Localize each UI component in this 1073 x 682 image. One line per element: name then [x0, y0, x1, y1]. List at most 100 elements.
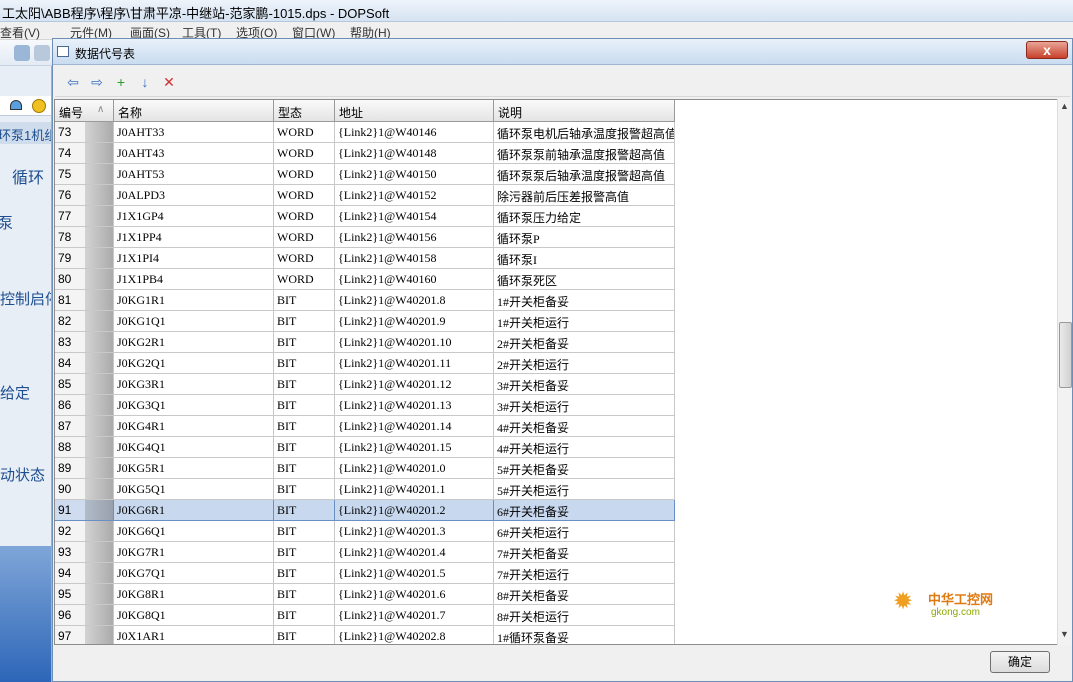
cell-address[interactable]: {Link2}1@W40201.14 [335, 416, 494, 437]
delete-icon[interactable]: ✕ [159, 72, 179, 92]
cell-address[interactable]: {Link2}1@W40201.8 [335, 290, 494, 311]
cell-description[interactable]: 3#开关柜运行 [494, 395, 675, 416]
cell-id[interactable]: 75 [55, 164, 114, 185]
cell-type[interactable]: BIT [274, 542, 335, 563]
cell-description[interactable]: 除污器前后压差报警高值 [494, 185, 675, 206]
cell-description[interactable]: 2#开关柜运行 [494, 353, 675, 374]
cell-name[interactable]: J0KG1R1 [114, 290, 274, 311]
table-row[interactable]: 85 J0KG3R1 BIT {Link2}1@W40201.12 3#开关柜备妥 [55, 374, 675, 395]
cell-type[interactable]: BIT [274, 500, 335, 521]
table-row[interactable]: 81 J0KG1R1 BIT {Link2}1@W40201.8 1#开关柜备妥 [55, 290, 675, 311]
cell-address[interactable]: {Link2}1@W40201.2 [335, 500, 494, 521]
cell-id[interactable]: 86 [55, 395, 114, 416]
cell-name[interactable]: J0AHT53 [114, 164, 274, 185]
cell-name[interactable]: J0KG5Q1 [114, 479, 274, 500]
cell-description[interactable]: 8#开关柜备妥 [494, 584, 675, 605]
cell-address[interactable]: {Link2}1@W40201.13 [335, 395, 494, 416]
cell-name[interactable]: J0KG8Q1 [114, 605, 274, 626]
cell-type[interactable]: BIT [274, 374, 335, 395]
ok-button[interactable]: 确定 [990, 651, 1050, 673]
cell-address[interactable]: {Link2}1@W40202.8 [335, 626, 494, 644]
cell-name[interactable]: J0KG7R1 [114, 542, 274, 563]
cell-description[interactable]: 循环泵压力给定 [494, 206, 675, 227]
cell-description[interactable]: 循环泵I [494, 248, 675, 269]
column-header-type[interactable]: 型态 [274, 100, 335, 122]
add-icon[interactable]: + [111, 72, 131, 92]
column-header-id[interactable]: 编号 ∧ [55, 100, 114, 122]
cell-address[interactable]: {Link2}1@W40158 [335, 248, 494, 269]
cell-address[interactable]: {Link2}1@W40201.6 [335, 584, 494, 605]
cell-name[interactable]: J0KG4R1 [114, 416, 274, 437]
cell-id[interactable]: 79 [55, 248, 114, 269]
cell-description[interactable]: 2#开关柜备妥 [494, 332, 675, 353]
cell-name[interactable]: J0KG8R1 [114, 584, 274, 605]
scrollbar-thumb[interactable] [1059, 322, 1072, 388]
cell-name[interactable]: J0KG1Q1 [114, 311, 274, 332]
cell-id[interactable]: 95 [55, 584, 114, 605]
cell-address[interactable]: {Link2}1@W40201.15 [335, 437, 494, 458]
column-header-description[interactable]: 说明 [494, 100, 675, 122]
cell-address[interactable]: {Link2}1@W40201.7 [335, 605, 494, 626]
cell-description[interactable]: 3#开关柜备妥 [494, 374, 675, 395]
cell-type[interactable]: WORD [274, 122, 335, 143]
cell-address[interactable]: {Link2}1@W40156 [335, 227, 494, 248]
cell-address[interactable]: {Link2}1@W40201.9 [335, 311, 494, 332]
cell-id[interactable]: 88 [55, 437, 114, 458]
cell-type[interactable]: BIT [274, 563, 335, 584]
cell-description[interactable]: 循环泵电机后轴承温度报警超高值 [494, 122, 675, 143]
cell-id[interactable]: 92 [55, 521, 114, 542]
cell-id[interactable]: 96 [55, 605, 114, 626]
cell-name[interactable]: J0KG6Q1 [114, 521, 274, 542]
cell-type[interactable]: BIT [274, 626, 335, 644]
table-row[interactable]: 74 J0AHT43 WORD {Link2}1@W40148 循环泵泵前轴承温度报警超… [55, 143, 675, 164]
undo-icon[interactable] [14, 45, 30, 61]
cell-type[interactable]: BIT [274, 311, 335, 332]
table-row[interactable]: 80 J1X1PB4 WORD {Link2}1@W40160 循环泵死区 [55, 269, 675, 290]
cell-description[interactable]: 循环泵P [494, 227, 675, 248]
cell-description[interactable]: 1#循环泵备妥 [494, 626, 675, 644]
cell-description[interactable]: 6#开关柜备妥 [494, 500, 675, 521]
table-row[interactable]: 76 J0ALPD3 WORD {Link2}1@W40152 除污器前后压差报警高值 [55, 185, 675, 206]
cell-name[interactable]: J0KG2R1 [114, 332, 274, 353]
cell-name[interactable]: J0KG3Q1 [114, 395, 274, 416]
table-row[interactable]: 90 J0KG5Q1 BIT {Link2}1@W40201.1 5#开关柜运行 [55, 479, 675, 500]
table-row[interactable]: 84 J0KG2Q1 BIT {Link2}1@W40201.11 2#开关柜运行 [55, 353, 675, 374]
table-row[interactable]: 77 J1X1GP4 WORD {Link2}1@W40154 循环泵压力给定 [55, 206, 675, 227]
scroll-down-icon[interactable]: ▼ [1060, 629, 1069, 639]
down-icon[interactable]: ↓ [135, 72, 155, 92]
menu-item-view[interactable]: 查看(V) [0, 24, 40, 41]
table-row[interactable]: 78 J1X1PP4 WORD {Link2}1@W40156 循环泵P [55, 227, 675, 248]
cell-address[interactable]: {Link2}1@W40154 [335, 206, 494, 227]
cell-description[interactable]: 循环泵泵后轴承温度报警超高值 [494, 164, 675, 185]
table-row[interactable]: 89 J0KG5R1 BIT {Link2}1@W40201.0 5#开关柜备妥 [55, 458, 675, 479]
cell-address[interactable]: {Link2}1@W40201.0 [335, 458, 494, 479]
cell-description[interactable]: 7#开关柜备妥 [494, 542, 675, 563]
cell-id[interactable]: 94 [55, 563, 114, 584]
circle-icon[interactable] [32, 99, 46, 113]
cell-id[interactable]: 97 [55, 626, 114, 644]
cell-address[interactable]: {Link2}1@W40201.10 [335, 332, 494, 353]
cell-id[interactable]: 83 [55, 332, 114, 353]
cell-name[interactable]: J1X1GP4 [114, 206, 274, 227]
cell-name[interactable]: J0KG7Q1 [114, 563, 274, 584]
table-row[interactable]: 83 J0KG2R1 BIT {Link2}1@W40201.10 2#开关柜备妥 [55, 332, 675, 353]
close-button[interactable]: x [1026, 41, 1068, 59]
cell-description[interactable]: 4#开关柜运行 [494, 437, 675, 458]
cell-address[interactable]: {Link2}1@W40201.1 [335, 479, 494, 500]
cell-address[interactable]: {Link2}1@W40152 [335, 185, 494, 206]
cell-id[interactable]: 80 [55, 269, 114, 290]
cell-description[interactable]: 7#开关柜运行 [494, 563, 675, 584]
table-row[interactable]: 73 J0AHT33 WORD {Link2}1@W40146 循环泵电机后轴承温度报警… [55, 122, 675, 143]
cell-description[interactable]: 循环泵泵前轴承温度报警超高值 [494, 143, 675, 164]
cell-type[interactable]: BIT [274, 290, 335, 311]
table-row[interactable]: 79 J1X1PI4 WORD {Link2}1@W40158 循环泵I [55, 248, 675, 269]
cell-type[interactable]: BIT [274, 353, 335, 374]
cell-name[interactable]: J0KG5R1 [114, 458, 274, 479]
cell-type[interactable]: BIT [274, 479, 335, 500]
cell-id[interactable]: 89 [55, 458, 114, 479]
scroll-up-icon[interactable]: ▲ [1060, 101, 1069, 111]
cell-type[interactable]: BIT [274, 458, 335, 479]
column-header-name[interactable]: 名称 [114, 100, 274, 122]
import-icon[interactable]: ⇦ [63, 72, 83, 92]
cell-type[interactable]: BIT [274, 416, 335, 437]
